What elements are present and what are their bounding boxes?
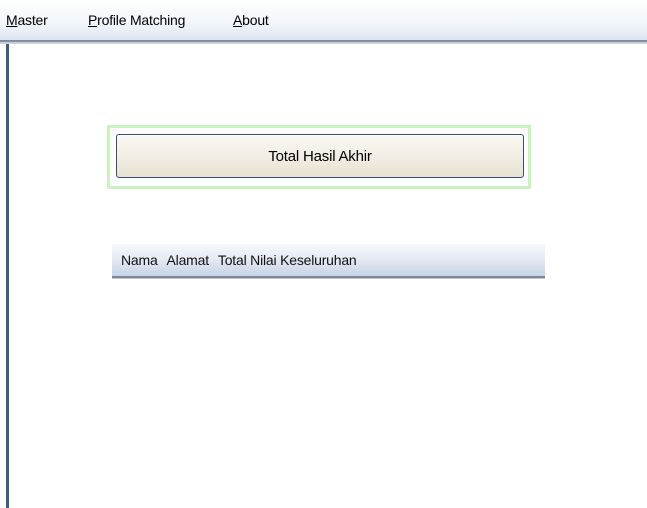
menu-master-label: aster	[17, 12, 48, 28]
menu-master[interactable]: Master	[6, 12, 48, 28]
menu-profile-matching-mnemonic: P	[88, 12, 98, 28]
menu-bar-divider-highlight	[0, 42, 647, 44]
results-table-header: Nama Alamat Total Nilai Keseluruhan	[112, 244, 545, 278]
total-hasil-akhir-button[interactable]: Total Hasil Akhir	[116, 134, 524, 178]
menu-about[interactable]: About	[233, 12, 269, 28]
app-window: Master Profile Matching About Total Hasi…	[0, 0, 647, 508]
window-left-border	[6, 44, 9, 508]
menu-master-mnemonic: M	[6, 12, 18, 28]
column-header-total-nilai[interactable]: Total Nilai Keseluruhan	[218, 252, 357, 268]
menu-profile-matching[interactable]: Profile Matching	[88, 12, 185, 28]
column-header-nama[interactable]: Nama	[121, 252, 158, 268]
menu-about-label: bout	[242, 12, 269, 28]
menu-bar: Master Profile Matching About	[0, 0, 647, 44]
column-header-alamat[interactable]: Alamat	[167, 252, 210, 268]
menu-profile-matching-label: rofile Matching	[97, 12, 186, 28]
menu-about-mnemonic: A	[233, 12, 243, 28]
